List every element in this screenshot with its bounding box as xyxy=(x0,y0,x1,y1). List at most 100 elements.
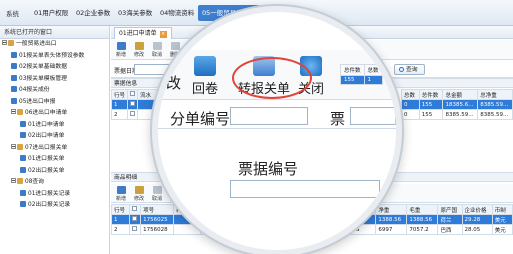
edit-label: 修改 xyxy=(133,52,144,58)
add-icon xyxy=(116,42,126,50)
cell: 155 xyxy=(418,109,444,120)
document-icon xyxy=(11,97,17,104)
tree-item[interactable]: 02出口申请单 xyxy=(2,131,109,143)
col-header: 总金额 xyxy=(442,89,479,100)
nav-tab-user-rights[interactable]: 01用户权限 xyxy=(30,5,72,21)
table-row[interactable]: 0 155 18385.6... 8385.59... xyxy=(401,99,513,110)
tree-item-label: 02出口申请单 xyxy=(28,133,65,139)
cell: 18385.6... xyxy=(442,99,479,110)
tree-item-label: 02出口报关单 xyxy=(28,167,65,174)
tree-item-label: 06进出口申请单 xyxy=(25,110,68,116)
row-checkbox[interactable] xyxy=(131,226,137,231)
nav-tab-customs-params[interactable]: 03海关参数 xyxy=(114,5,156,21)
detail-edit-button[interactable]: 修改 xyxy=(131,186,147,202)
edit-button[interactable]: 修改 xyxy=(131,42,147,58)
table-row[interactable]: 0 155 8385.59... 8385.59... xyxy=(401,109,513,120)
document-icon xyxy=(20,201,26,207)
zoomed-input-2[interactable] xyxy=(350,107,396,125)
tree-item[interactable]: 03报关单模板管理 xyxy=(2,74,109,86)
rollback-icon xyxy=(194,56,216,76)
col-header: 行号 xyxy=(111,204,130,215)
mini-val: 155 xyxy=(340,75,365,85)
cell: 155 xyxy=(418,99,444,110)
tree-item[interactable]: 05进出口申报 xyxy=(2,97,109,109)
document-icon xyxy=(20,155,26,161)
tree-item-label: 03报关单模板管理 xyxy=(19,75,67,82)
cell: 8385.59... xyxy=(477,99,513,110)
tree-item-label: 01进口报关单 xyxy=(28,156,65,162)
folder-icon xyxy=(17,143,23,150)
collapse-icon[interactable] xyxy=(11,178,16,183)
zoomed-mini-grid: 总件数 总数 155 1 xyxy=(340,64,383,85)
collapse-icon[interactable] xyxy=(11,143,16,149)
row-checkbox[interactable] xyxy=(131,216,137,221)
zoomed-form-row: 分单编号 票 xyxy=(158,101,396,129)
tree-item-label: 一般贸易进出口 xyxy=(16,41,57,47)
tree-item-label: 01报关单表头体预设参数 xyxy=(19,52,85,59)
select-all-checkbox[interactable] xyxy=(131,206,137,211)
cell: 29.28 xyxy=(461,214,493,225)
zoomed-partial-label: 改 xyxy=(166,74,182,92)
select-all-checkbox[interactable] xyxy=(130,91,136,96)
cell: 1388.56 xyxy=(406,214,439,225)
sub-bill-number-input[interactable] xyxy=(230,107,308,125)
tree-item-label: 02出口报关记录 xyxy=(28,202,71,208)
cell: 巴西 xyxy=(437,224,463,235)
tree-item[interactable]: 01报关单表头体预设参数 xyxy=(2,51,109,63)
mini-val: 1 xyxy=(363,75,383,85)
collapse-icon[interactable] xyxy=(11,109,16,114)
cell: 0 xyxy=(401,99,420,110)
search-icon xyxy=(399,67,404,72)
cell: 美元 xyxy=(491,224,513,235)
row-checkbox[interactable] xyxy=(130,111,136,116)
system-menu[interactable]: 系统 xyxy=(6,8,19,18)
cell: 8385.59... xyxy=(477,109,513,120)
row-checkbox[interactable] xyxy=(130,101,136,106)
window-tab-label: 01进口申请单 xyxy=(119,30,157,37)
tree-item[interactable]: 01进口报关单 xyxy=(2,154,109,166)
tree-item[interactable]: 02报关单基础数据 xyxy=(2,62,109,74)
tree-item-label: 05进出口申报 xyxy=(19,98,56,105)
col-header: 行号 xyxy=(110,89,129,100)
cell: 1 xyxy=(111,214,130,225)
tree-item[interactable]: 07进出口报关单 xyxy=(2,143,109,155)
cell-row-num: 1 xyxy=(110,99,129,110)
magnifier-lens: 改 回卷 转报关单 关闭 总件数 总数 155 1 分单编号 票 票据编号 xyxy=(158,12,396,250)
detail-add-button[interactable]: 新增 xyxy=(113,186,129,202)
bill-number-input[interactable] xyxy=(230,180,380,198)
tree-item[interactable]: 01进口申请单 xyxy=(2,120,109,132)
add-label: 新增 xyxy=(115,52,126,58)
mini-col: 总件数 xyxy=(340,64,365,76)
query-button[interactable]: 查询 xyxy=(394,64,425,75)
tree-item-label: 07进出口报关单 xyxy=(25,144,68,151)
rollback-button[interactable]: 回卷 xyxy=(192,56,218,97)
cell-check[interactable] xyxy=(127,109,139,120)
tree-item[interactable]: 一般贸易进出口 xyxy=(2,39,109,51)
tree-item-label: 01进口报关记录 xyxy=(28,190,71,197)
cell: 0 xyxy=(401,109,420,120)
tree-item[interactable]: 04报关成份 xyxy=(2,85,109,97)
col-header: 企业价格 xyxy=(461,204,493,215)
collapse-icon[interactable] xyxy=(2,40,7,45)
tree-item-label: 04报关成份 xyxy=(19,87,50,93)
tree-item-label: 01进口申请单 xyxy=(28,121,65,128)
edit-icon xyxy=(134,42,144,50)
col-header: 原产国 xyxy=(437,204,463,215)
cell xyxy=(128,224,142,235)
tree-item[interactable]: 08查询 xyxy=(2,177,109,189)
cell-check[interactable] xyxy=(127,99,139,110)
tree-item[interactable]: 02出口报关单 xyxy=(2,166,109,178)
col-header: 总数 xyxy=(401,89,420,100)
highlight-ring xyxy=(232,57,312,99)
tree-item[interactable]: 06进出口申请单 xyxy=(2,108,109,120)
cell xyxy=(128,214,142,225)
tree-item[interactable]: 01进口报关记录 xyxy=(2,189,109,201)
tree-item[interactable]: 02出口报关记录 xyxy=(2,200,109,212)
tree-item-label: 02报关单基础数据 xyxy=(19,64,67,70)
nav-tab-enterprise-params[interactable]: 02企业参数 xyxy=(72,5,114,21)
left-panel: 系统已打开的窗口 一般贸易进出口 01报关单表头体预设参数 02报关单基础数据 03报… xyxy=(0,26,110,254)
add-button[interactable]: 新增 xyxy=(113,42,129,58)
cell: 荷兰 xyxy=(437,214,463,225)
cell: 2 xyxy=(111,224,130,235)
col-header: 总净重 xyxy=(477,89,513,100)
